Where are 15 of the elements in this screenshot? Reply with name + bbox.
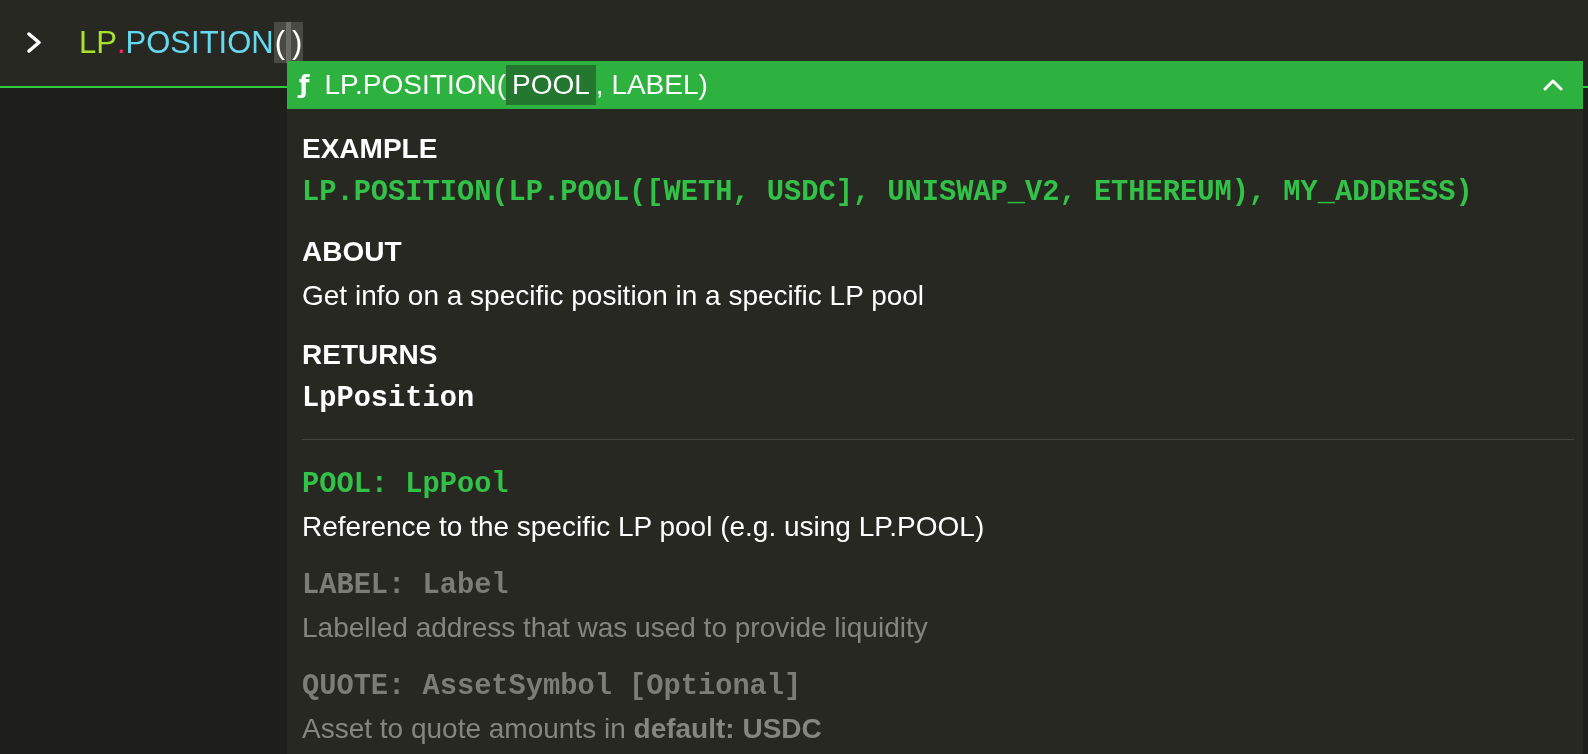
return-type: LpPosition [302, 381, 475, 417]
section-heading: EXAMPLE [302, 132, 438, 166]
description-text: Get info on a specific position in a specific LP pool [302, 279, 925, 313]
text-cursor [286, 21, 291, 63]
parameter-description: Asset to quote amounts in default: USDC [302, 712, 822, 746]
parameter-signature: LABEL: Label [302, 568, 509, 604]
example-code: LP.POSITION(LP.POOL([WETH, USDC], UNISWAP_V2, ETHEREUM), MY_ADDRESS) [302, 175, 1473, 211]
parameter-description: Reference to the specific LP pool (e.g. using LP.POOL) [302, 510, 985, 544]
prompt-chevron-icon [27, 31, 42, 53]
chevron-up-icon[interactable] [1543, 79, 1563, 91]
section-heading: ABOUT [302, 235, 402, 269]
parameter-signature: POOL: LpPool [302, 467, 509, 503]
section-heading: RETURNS [302, 338, 438, 372]
parameter-signature: QUOTE: AssetSymbol [Optional] [302, 669, 802, 705]
parameter-description: Labelled address that was used to provide liquidity [302, 611, 928, 645]
